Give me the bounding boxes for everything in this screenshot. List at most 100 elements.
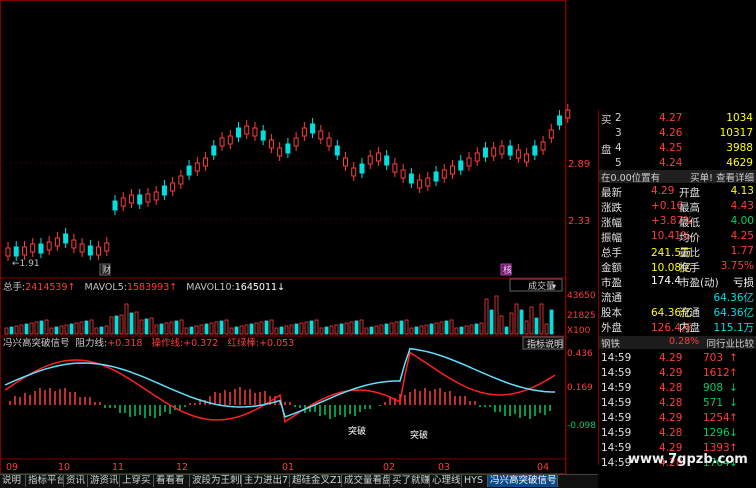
quote-panel: 买 2 4.27 1034 3 4.26 10317 盘 4 4.25 3988 … [598,110,756,469]
volume-bar [279,326,284,335]
quote-row: 涨跌 +0.16 最高 4.43 [601,200,754,214]
quote-row: 金额 10.08亿 换手 3.75% [601,260,754,274]
volume-bar [389,322,394,335]
volume-bar [354,320,359,335]
candle-body [252,127,258,137]
volume-bar [89,319,94,335]
volume-bar [24,323,29,335]
volume-bar [124,303,129,335]
volume-bar [304,321,309,335]
volume-bar [114,315,119,335]
volume-bar [514,303,519,335]
quote-row: 总手 241.5万 量比 1.77 [601,245,754,259]
candle-body [450,165,456,175]
date-axis: 09 10 11 12 01 02 03 04 [6,462,549,473]
depth-notice-bar[interactable]: 在0.00位置有 买单! 查看详细 [599,170,756,184]
volume-bar [394,321,399,335]
indicator-tab[interactable]: 超硅金叉Z1 [290,475,342,487]
volume-header: 总手:2414539↑ MAVOL5:1583993↑ MAVOL10:1645… [3,281,285,293]
candle-body [63,233,69,244]
candle-body [104,242,110,252]
date-tick: 11 [112,462,124,473]
volume-bar [244,324,249,335]
volume-bar [274,327,279,335]
indicator-tab[interactable]: 说明 [0,475,26,487]
candle-body [408,173,414,184]
date-tick: 03 [438,462,450,473]
candle-body [557,115,563,126]
tick-trade-row: 14:59 4.28 571 ↓ [601,397,738,409]
volume-bar [429,323,434,335]
indicator-tab[interactable]: 上穿买 [120,475,154,487]
volume-bar [164,322,169,335]
order-book-row: 盘 4 4.25 3988 [601,142,753,156]
volume-bar [499,315,504,335]
volume-bar [324,326,329,335]
indicator-tab[interactable]: 成交量看盘 [342,475,390,487]
volume-bar [149,317,154,335]
candle-body [499,145,505,155]
industry-bar[interactable]: 钢铁 0.28% 同行业比较 [599,336,756,350]
indicator-tab[interactable]: 资讯 [64,475,88,487]
volume-bar [4,327,9,335]
volume-axis-label: 21825 [567,311,596,321]
volume-bar [154,324,159,335]
candle-body [203,157,209,167]
candle-body [425,177,431,187]
volume-bar [269,319,274,335]
volume-bar [469,324,474,335]
volume-bar [159,323,164,335]
volume-bar [249,323,254,335]
volume-bar [489,309,494,335]
candle-body [343,157,349,167]
chart-area[interactable]: 2.89 2.33 ←1.91 财 核 总手:2414539↑ MAVOL5:1… [0,0,598,474]
indicator-tab[interactable]: 冯兴高突破信号 [488,475,558,487]
candle-body [46,241,52,251]
candle-body [137,194,143,205]
indicator-tab[interactable]: 指标平台 [26,475,64,487]
quote-row: 市盈 174.4 市盈(动) 亏损 [601,275,754,289]
volume-bar [199,324,204,335]
indicator-axis-label: -0.098 [567,421,596,431]
candle-body [458,160,464,171]
arrow-up-icon: ↑ [729,352,738,364]
volume-bar [509,312,514,335]
candle-body [244,125,250,135]
volume-bar [284,325,289,335]
volume-bar [519,309,524,335]
candle-body [71,239,77,249]
indicator-tab[interactable]: 游资讯 [88,475,120,487]
date-tick: 10 [58,462,70,473]
candle-body [277,147,283,157]
indicator-tab[interactable]: 看看看 [154,475,190,487]
candle-body [194,162,200,172]
arrow-up-icon: ↑ [729,412,738,424]
candle-body [293,137,299,147]
volume-bar [264,320,269,335]
price-axis-label: 2.89 [568,159,590,170]
volume-bar [424,324,429,335]
candle-body [211,145,217,156]
volume-bar [399,320,404,335]
volume-bar [224,319,229,335]
indicator-tab[interactable]: 主力进出72 [242,475,290,487]
volume-bar [214,321,219,335]
volume-bar [29,322,34,335]
candle-body [548,129,554,139]
candle-body [466,157,472,167]
volume-bar [169,321,174,335]
candle-body [227,135,233,145]
volume-bar [194,325,199,335]
indicator-tab[interactable]: HYS [462,475,488,487]
candle-body [375,152,381,162]
volume-bar [449,319,454,335]
candle-body [145,193,151,203]
volume-bar [174,320,179,335]
indicator-tab[interactable]: 买了就赚 [390,475,430,487]
indicator-tab[interactable]: 波段为王刺图 [190,475,242,487]
candle-body [359,163,365,174]
volume-bar [119,314,124,335]
volume-bar [134,311,139,335]
indicator-tab[interactable]: 心理线 [430,475,462,487]
candle-body [524,153,530,163]
